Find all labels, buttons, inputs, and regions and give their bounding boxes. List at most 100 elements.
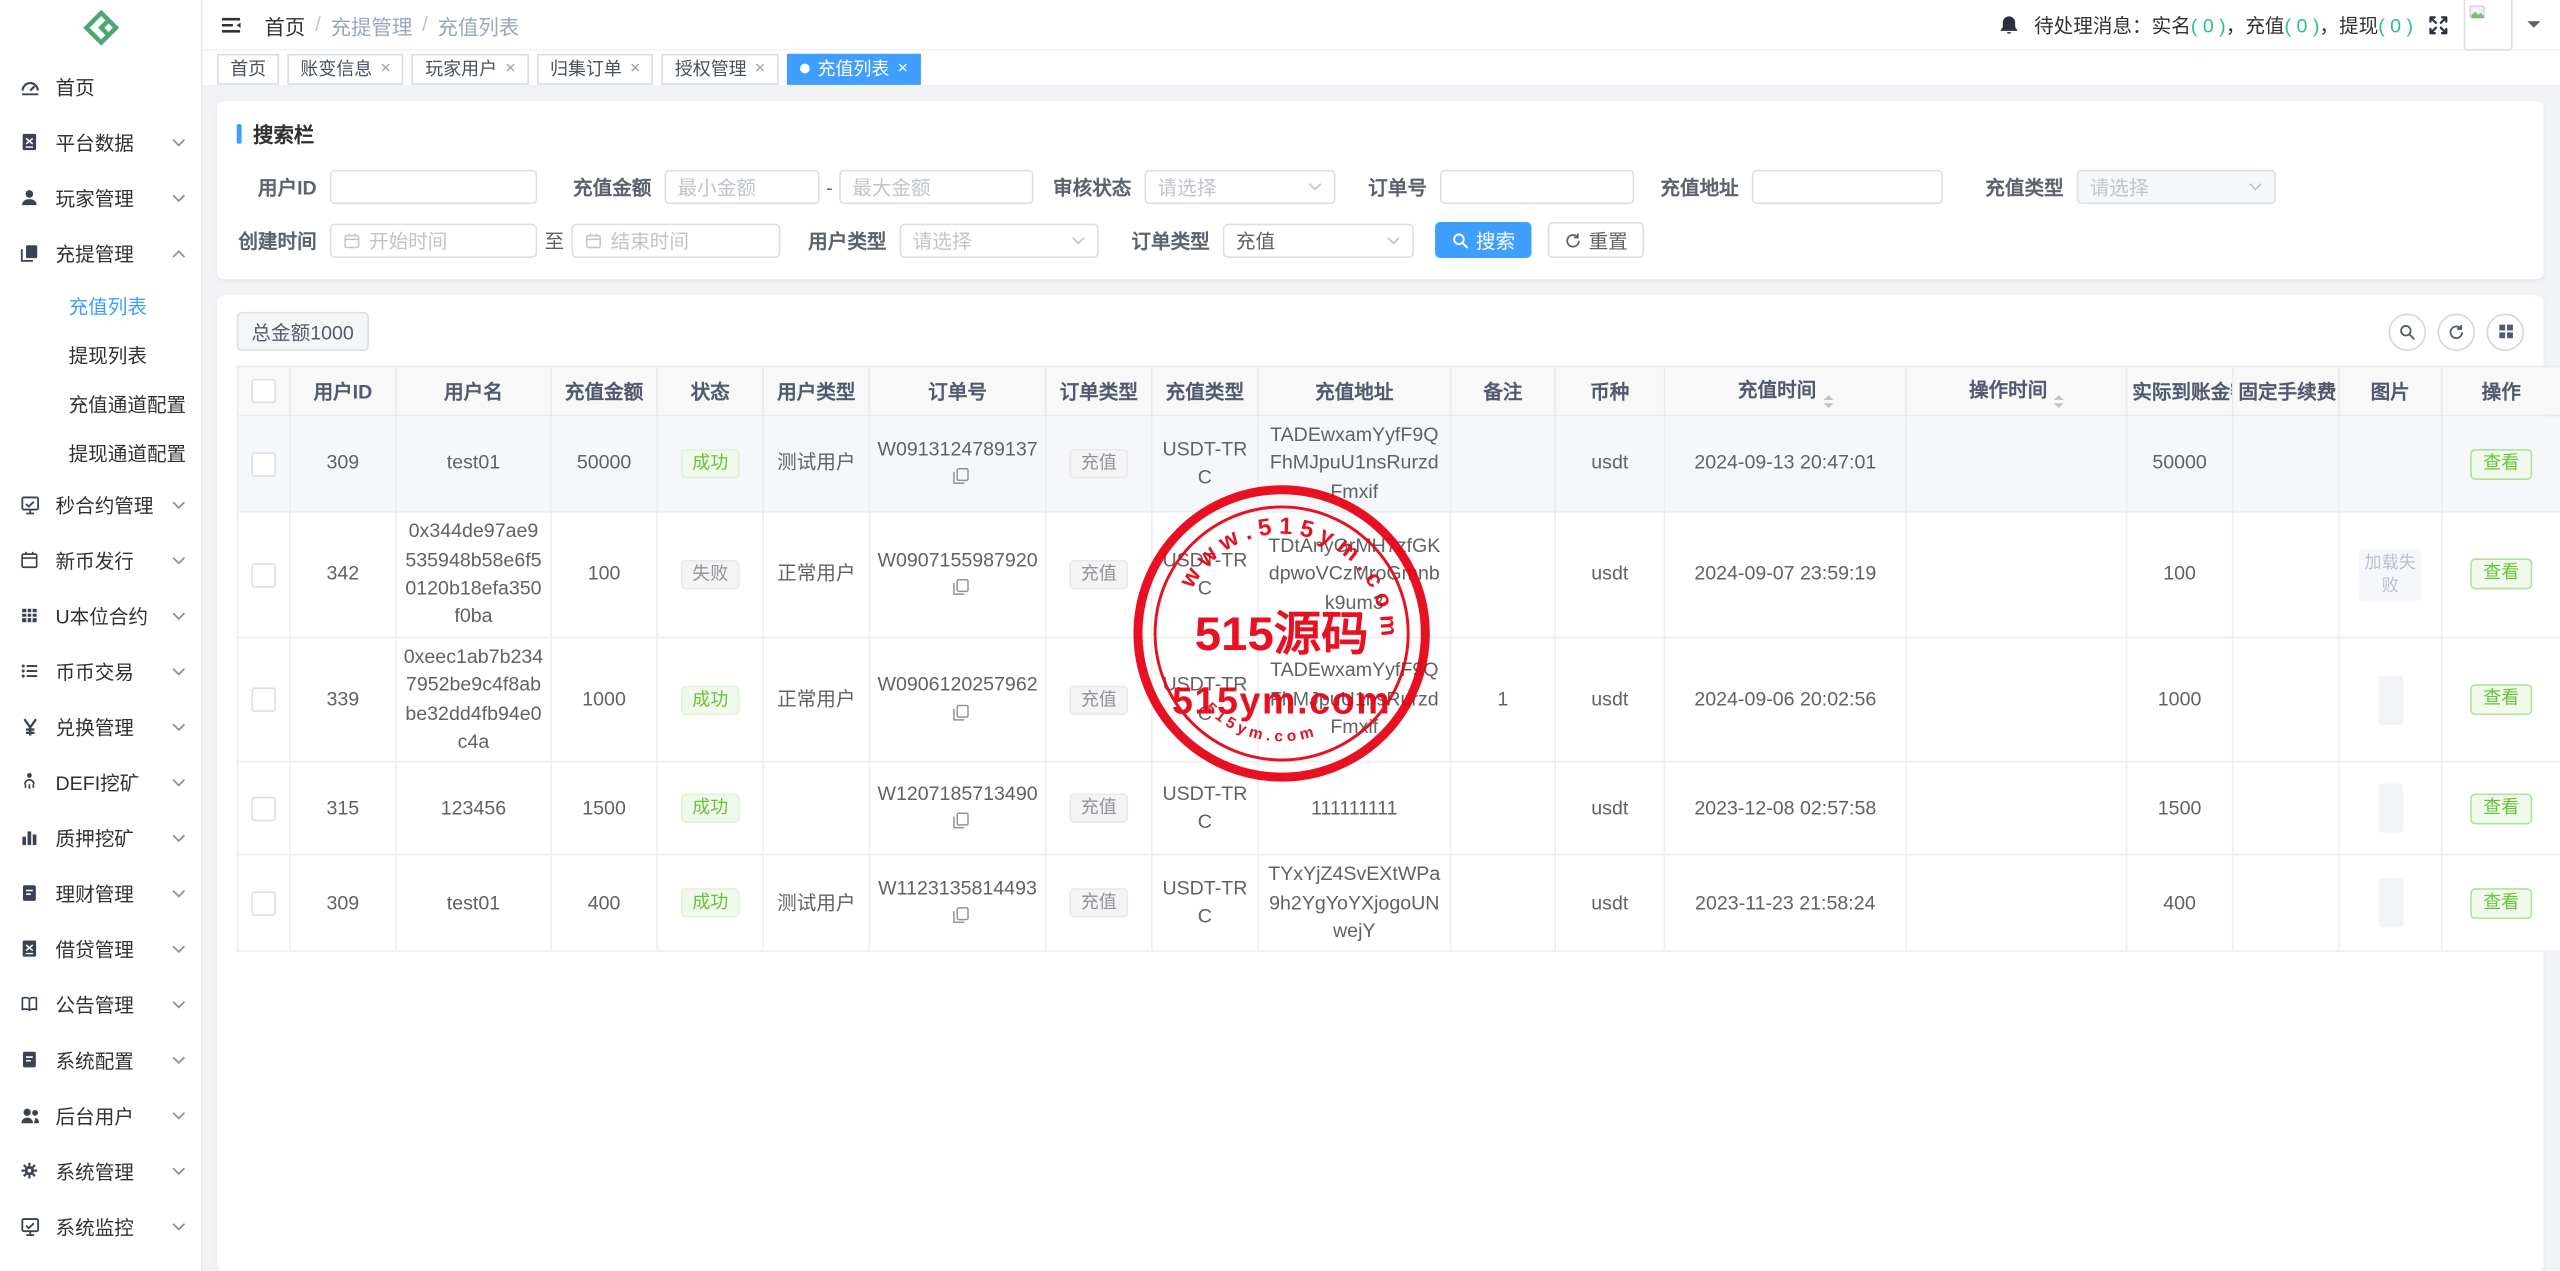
row-checkbox[interactable] (251, 452, 275, 476)
total-amount-button[interactable]: 总金额1000 (237, 312, 369, 351)
sidebar-item[interactable]: 系统管理 (0, 1143, 201, 1199)
row-checkbox[interactable] (251, 891, 275, 915)
view-button[interactable]: 查看 (2470, 448, 2532, 479)
sidebar-item[interactable]: 秒合约管理 (0, 477, 201, 533)
audit-status-select[interactable]: 请选择 (1144, 170, 1335, 204)
sidebar-subitem[interactable]: 提现列表 (0, 330, 201, 379)
search-toggle-button[interactable] (2389, 313, 2427, 351)
tab-首页[interactable]: 首页 (217, 53, 279, 84)
copy-icon[interactable] (951, 467, 969, 485)
message-item[interactable]: 充值( 0 ) (2245, 14, 2319, 37)
sidebar-item[interactable]: DEFI挖矿 (0, 754, 201, 810)
row-checkbox[interactable] (251, 797, 275, 821)
close-icon[interactable]: × (630, 60, 641, 78)
close-icon[interactable]: × (505, 60, 516, 78)
sidebar-item[interactable]: 币币交易 (0, 643, 201, 699)
end-date-input[interactable]: 结束时间 (571, 223, 780, 257)
avatar[interactable] (2464, 0, 2513, 51)
reset-button[interactable]: 重置 (1548, 222, 1644, 258)
logo[interactable] (0, 0, 201, 59)
view-button[interactable]: 查看 (2470, 684, 2532, 715)
tab-玩家用户[interactable]: 玩家用户× (412, 53, 529, 84)
close-icon[interactable]: × (898, 60, 909, 78)
view-button[interactable]: 查看 (2470, 793, 2532, 824)
breadcrumb-item[interactable]: 充提管理 (331, 9, 413, 40)
cell: usdt (1555, 637, 1664, 762)
tab-账变信息[interactable]: 账变信息× (287, 53, 404, 84)
sidebar-subitem-label: 提现列表 (69, 340, 147, 368)
row-checkbox[interactable] (251, 563, 275, 587)
table-row[interactable]: 309test01400成功测试用户W1123135814493充值USDT-T… (238, 855, 2560, 952)
sidebar-item[interactable]: 借贷管理 (0, 921, 201, 977)
user-id-input[interactable] (330, 170, 537, 204)
sidebar-item[interactable]: 后台用户 (0, 1087, 201, 1143)
amount-max-input[interactable] (839, 170, 1033, 204)
table-row[interactable]: 309test0150000成功测试用户W0913124789137充值USDT… (238, 416, 2560, 513)
table-row[interactable]: 3420x344de97ae9535948b58e6f50120b18efa35… (238, 512, 2560, 637)
sidebar-item[interactable]: U本位合约 (0, 588, 201, 644)
view-button[interactable]: 查看 (2470, 888, 2532, 919)
sidebar-item[interactable]: 理财管理 (0, 865, 201, 921)
message-item[interactable]: 实名( 0 ) (2152, 14, 2226, 37)
table-row[interactable]: 3151234561500成功W1207185713490充值USDT-TRC1… (238, 762, 2560, 855)
columns-button[interactable] (2487, 313, 2525, 351)
copy-icon[interactable] (951, 812, 969, 830)
header-op_time[interactable]: 操作时间 (1906, 367, 2126, 416)
sidebar-item[interactable]: 充提管理 (0, 225, 201, 281)
order-type-tag: 充值 (1069, 794, 1128, 823)
message-item[interactable]: 提现( 0 ) (2339, 14, 2413, 37)
dashboard-icon (18, 75, 41, 98)
header-image: 图片 (2339, 367, 2442, 416)
view-button[interactable]: 查看 (2470, 559, 2532, 590)
order-no-input[interactable] (1440, 170, 1634, 204)
cell-amount: 1500 (582, 796, 626, 819)
sidebar-item[interactable]: 质押挖矿 (0, 810, 201, 866)
order-type-select[interactable]: 充值 (1223, 223, 1414, 257)
sidebar-subitem[interactable]: 充值通道配置 (0, 379, 201, 428)
amount-min-input[interactable] (664, 170, 819, 204)
sidebar-item[interactable]: 兑换管理 (0, 699, 201, 755)
header-recharge_time[interactable]: 充值时间 (1664, 367, 1906, 416)
close-icon[interactable]: × (755, 60, 766, 78)
breadcrumb-item[interactable]: 首页 (264, 9, 305, 40)
copy-icon[interactable] (951, 578, 969, 596)
breadcrumb-item[interactable]: 充值列表 (438, 9, 520, 40)
sidebar-item[interactable]: 新币发行 (0, 532, 201, 588)
sort-icon[interactable] (1823, 394, 1833, 407)
sidebar-subitem[interactable]: 提现通道配置 (0, 428, 201, 477)
address-input[interactable] (1752, 170, 1943, 204)
recharge-type-select[interactable]: 请选择 (2077, 170, 2276, 204)
cell: 315 (290, 762, 396, 855)
sidebar-subitem-label: 提现通道配置 (69, 438, 187, 466)
caret-down-icon[interactable] (2527, 21, 2540, 34)
tab-归集订单[interactable]: 归集订单× (537, 53, 654, 84)
bell-icon[interactable] (1998, 14, 2019, 35)
sidebar-item[interactable]: 玩家管理 (0, 170, 201, 226)
image-placeholder[interactable] (2378, 675, 2402, 724)
refresh-button[interactable] (2438, 313, 2476, 351)
sidebar-item[interactable]: 系统监控 (0, 1198, 201, 1254)
sidebar-subitem[interactable]: 充值列表 (0, 281, 201, 330)
fullscreen-icon[interactable] (2428, 14, 2449, 35)
start-date-input[interactable]: 开始时间 (330, 223, 537, 257)
header-recharge_type: 充值类型 (1152, 367, 1258, 416)
image-placeholder[interactable] (2378, 784, 2402, 833)
sidebar-item[interactable]: 系统配置 (0, 1032, 201, 1088)
hamburger-icon[interactable] (220, 14, 241, 35)
tab-授权管理[interactable]: 授权管理× (662, 53, 779, 84)
sidebar-item[interactable]: 平台数据 (0, 114, 201, 170)
sidebar-item[interactable]: 首页 (0, 59, 201, 115)
row-checkbox[interactable] (251, 688, 275, 712)
tab-充值列表[interactable]: 充值列表× (787, 53, 922, 84)
copy-icon[interactable] (951, 703, 969, 721)
select-all-checkbox[interactable] (251, 379, 275, 403)
close-icon[interactable]: × (380, 60, 391, 78)
search-button[interactable]: 搜索 (1435, 222, 1531, 258)
copy-icon[interactable] (951, 907, 969, 925)
cell-recharge_time: 2024-09-13 20:47:01 (1694, 451, 1876, 474)
image-placeholder[interactable] (2378, 879, 2402, 928)
user-type-select[interactable]: 请选择 (900, 223, 1099, 257)
sidebar-item[interactable]: 公告管理 (0, 976, 201, 1032)
table-row[interactable]: 3390xeec1ab7b2347952be9c4f8abbe32dd4fb94… (238, 637, 2560, 762)
sort-icon[interactable] (2054, 394, 2064, 407)
